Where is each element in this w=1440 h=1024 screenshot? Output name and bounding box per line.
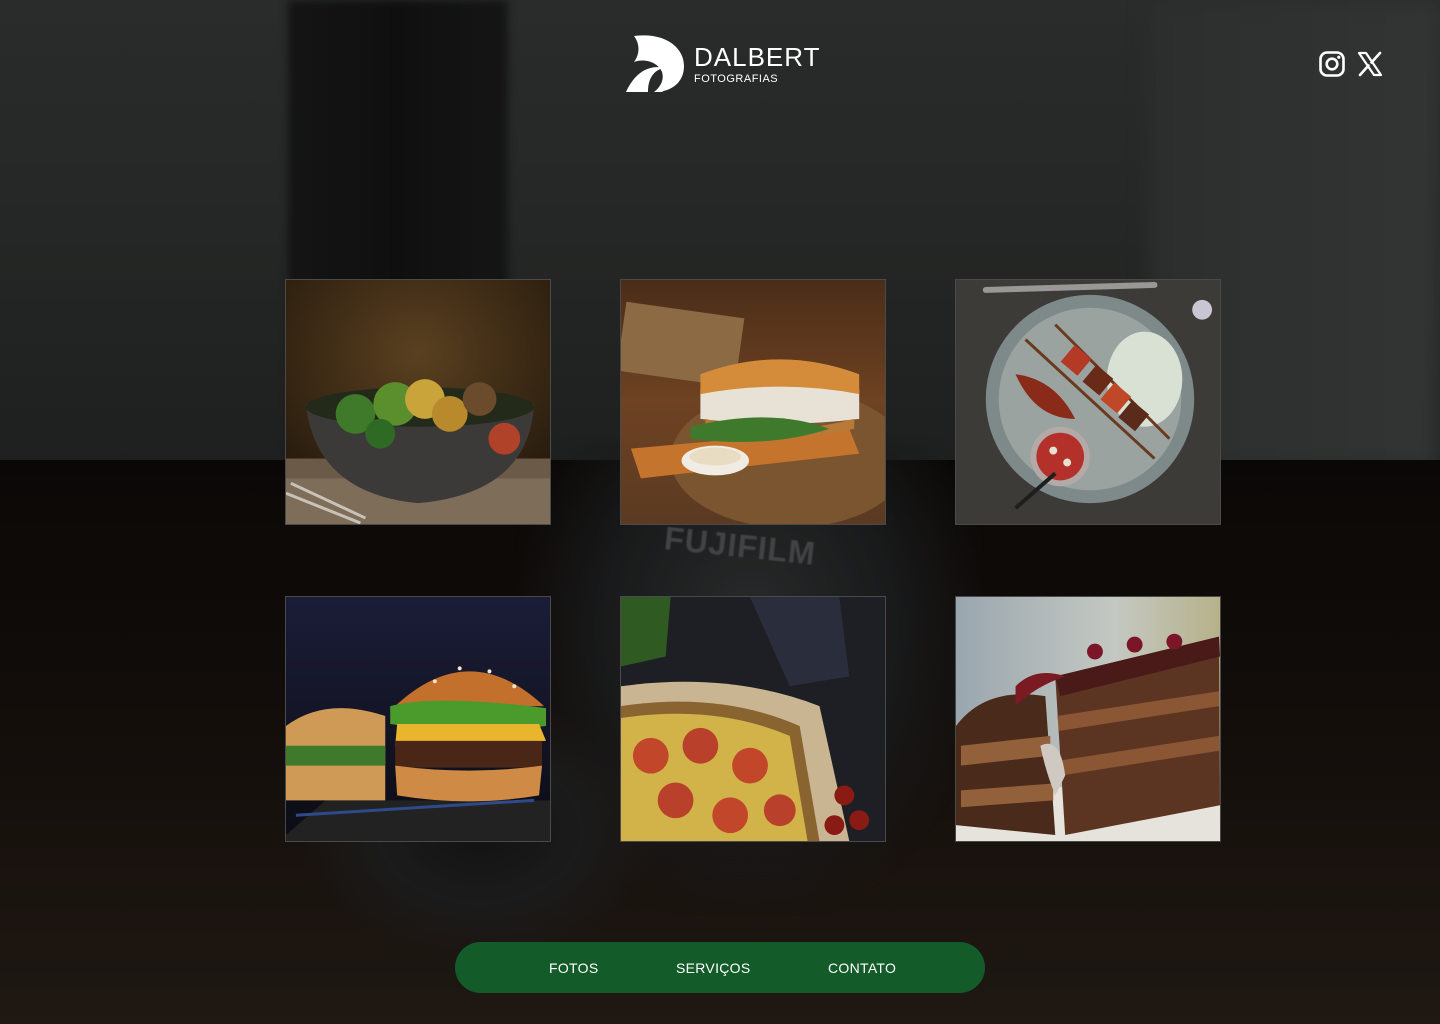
photo-skewers[interactable] bbox=[955, 279, 1221, 525]
burger-photo-icon bbox=[286, 597, 550, 841]
brand-name: DALBERT bbox=[694, 41, 821, 72]
brand-logo[interactable]: DALBERT FOTOGRAFIAS bbox=[624, 34, 820, 94]
photo-salad-bowl[interactable] bbox=[285, 279, 551, 525]
nav-fotos[interactable]: FOTOS bbox=[549, 960, 598, 976]
x-icon[interactable] bbox=[1356, 50, 1384, 78]
quiche-photo-icon bbox=[621, 597, 885, 841]
photo-quiche[interactable] bbox=[620, 596, 886, 842]
photo-sandwich[interactable] bbox=[620, 279, 886, 525]
instagram-icon[interactable] bbox=[1318, 50, 1346, 78]
photo-burger[interactable] bbox=[285, 596, 551, 842]
brand-subtitle: FOTOGRAFIAS bbox=[694, 72, 779, 85]
logo-mark-icon bbox=[626, 35, 684, 92]
nav-servicos[interactable]: SERVIÇOS bbox=[676, 960, 751, 976]
nav-contato[interactable]: CONTATO bbox=[828, 960, 896, 976]
photo-gallery bbox=[285, 279, 1223, 844]
cake-photo-icon bbox=[956, 597, 1220, 841]
sandwich-photo-icon bbox=[621, 280, 885, 524]
salad-photo-icon bbox=[286, 280, 550, 524]
skewer-plate-photo-icon bbox=[956, 280, 1220, 524]
bottom-navigation: FOTOS SERVIÇOS CONTATO bbox=[455, 942, 985, 993]
photo-chocolate-cake[interactable] bbox=[955, 596, 1221, 842]
social-links bbox=[1318, 50, 1384, 78]
